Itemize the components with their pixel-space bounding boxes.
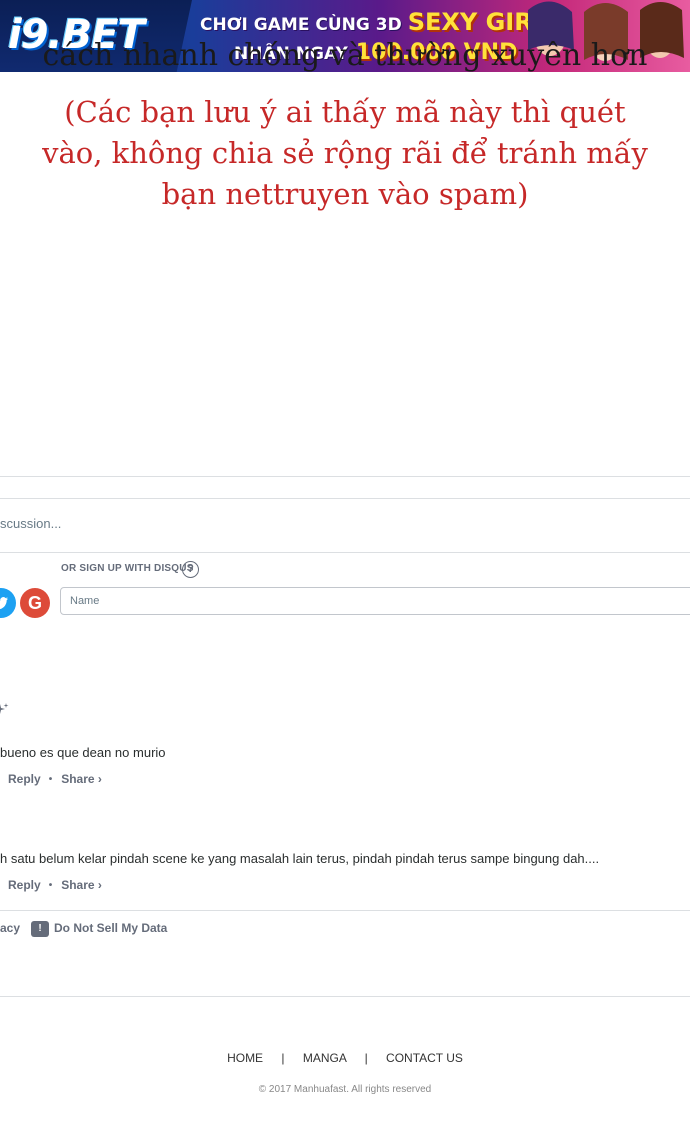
privacy-link[interactable]: acy [0, 921, 20, 935]
comic-note: (Các bạn lưu ý ai thấy mã này thì quét v… [40, 92, 650, 215]
divider [0, 552, 690, 553]
comic-note-line: vào, không chia sẻ rộng rãi để tránh mấy [42, 136, 648, 170]
comment-body: bueno es que dean no murio [0, 745, 166, 760]
footer-link-contact[interactable]: CONTACT US [386, 1051, 463, 1065]
footer-separator: | [364, 1051, 368, 1065]
share-link[interactable]: Share › [61, 878, 102, 892]
separator-dot: • [48, 879, 53, 891]
comic-cut-text: cách nhanh chóng và thường xuyên hơn [42, 38, 648, 73]
alert-icon: ! [31, 921, 49, 937]
reply-link[interactable]: Reply [8, 772, 41, 786]
help-icon[interactable]: ? [182, 561, 199, 578]
share-link[interactable]: Share › [61, 772, 102, 786]
comic-page-image: cách nhanh chóng và thường xuyên hơn (Cá… [0, 38, 690, 476]
comic-note-line: bạn nettruyen vào spam) [161, 177, 529, 211]
sparkle-icon[interactable] [0, 702, 10, 721]
footer-link-home[interactable]: HOME [227, 1051, 263, 1065]
banner-headline-text: CHƠI GAME CÙNG 3D [200, 15, 402, 35]
twitter-icon[interactable] [0, 588, 16, 618]
footer-link-manga[interactable]: MANGA [303, 1051, 346, 1065]
sparkle-shape-icon [0, 703, 9, 714]
footer-separator: | [281, 1051, 285, 1065]
reply-link[interactable]: Reply [8, 878, 41, 892]
google-icon[interactable]: G [20, 588, 50, 618]
divider [0, 910, 690, 911]
do-not-sell-link[interactable]: Do Not Sell My Data [54, 921, 167, 935]
divider [0, 996, 690, 997]
divider [0, 476, 690, 477]
comment-textarea[interactable]: scussion... [0, 516, 61, 531]
twitter-bird-icon [0, 597, 8, 610]
name-field[interactable] [60, 587, 690, 615]
separator-dot: • [48, 773, 53, 785]
comment-body: h satu belum kelar pindah scene ke yang … [0, 851, 600, 866]
comment-actions: Reply • Share › [8, 772, 102, 786]
copyright: © 2017 Manhuafast. All rights reserved [258, 1084, 432, 1095]
comment-actions: Reply • Share › [8, 878, 102, 892]
divider [0, 498, 690, 499]
comic-note-line: (Các bạn lưu ý ai thấy mã này thì quét [64, 95, 626, 129]
banner-headline: CHƠI GAME CÙNG 3D SEXY GIRL [200, 8, 548, 36]
signup-label: OR SIGN UP WITH DISQUS [61, 563, 194, 574]
footer-nav: HOME | MANGA | CONTACT US [0, 1051, 690, 1065]
